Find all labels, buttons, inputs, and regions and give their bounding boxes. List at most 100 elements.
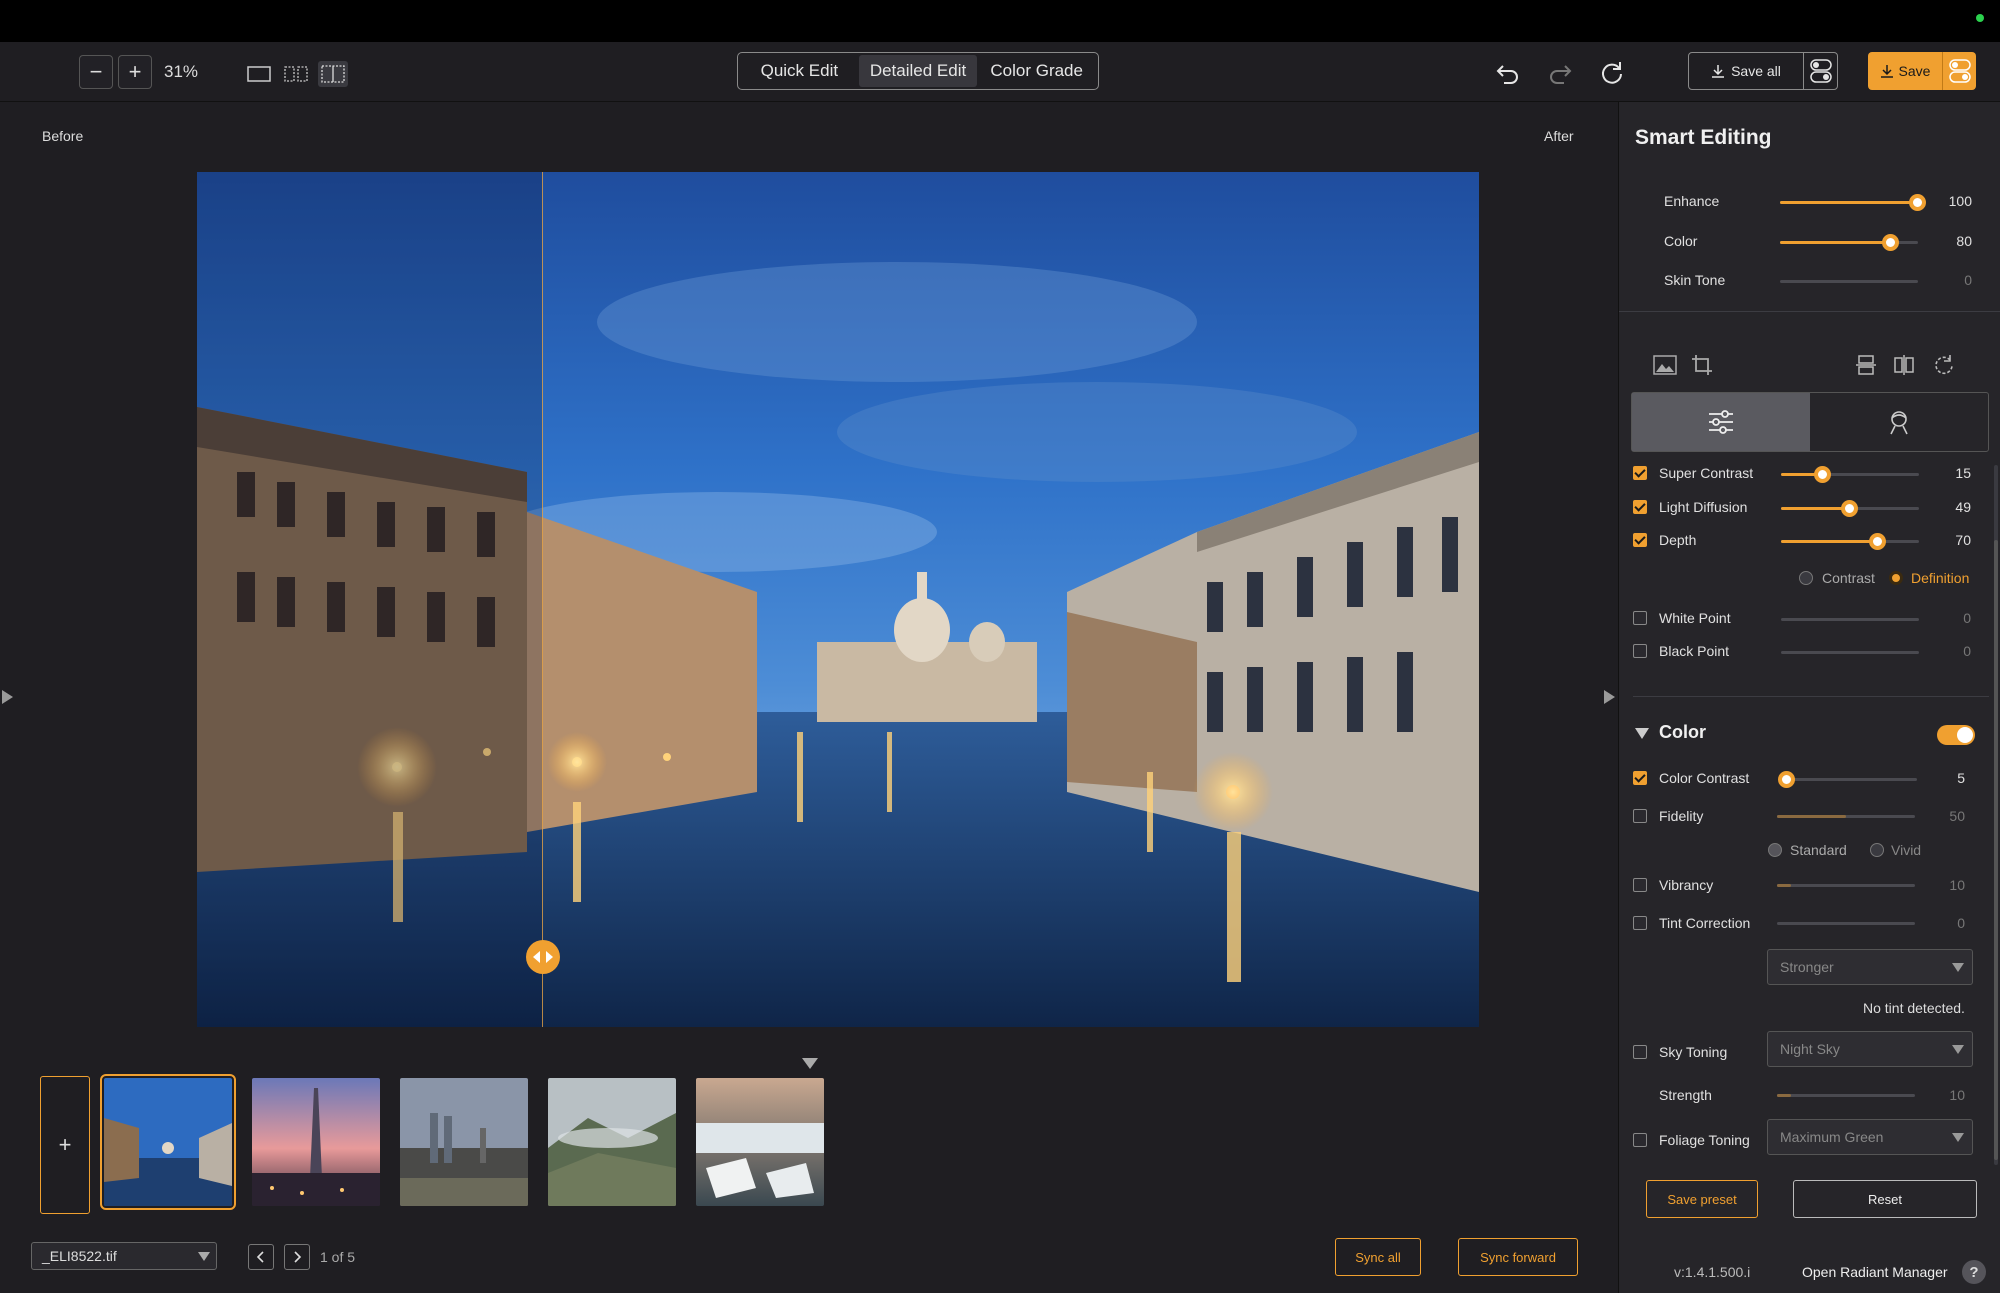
undo-icon[interactable]: [1495, 60, 1521, 86]
thumbnail-5[interactable]: [696, 1078, 824, 1206]
foliage-toning-dropdown[interactable]: Maximum Green: [1767, 1119, 1973, 1155]
add-image-button[interactable]: +: [40, 1076, 90, 1214]
redo-icon[interactable]: [1547, 60, 1573, 86]
thumbnail-2[interactable]: [252, 1078, 380, 1206]
depth-slider-knob[interactable]: [1869, 533, 1886, 550]
flip-horizontal-icon[interactable]: [1891, 352, 1917, 378]
light-diffusion-slider-knob[interactable]: [1841, 500, 1858, 517]
zoom-in-button[interactable]: +: [118, 55, 152, 89]
next-image-button[interactable]: [284, 1244, 310, 1270]
tab-detailed-edit[interactable]: Detailed Edit: [858, 55, 978, 87]
download-icon: [1712, 65, 1725, 78]
file-name: _ELI8522.tif: [42, 1248, 117, 1264]
black-point-label: Black Point: [1659, 643, 1730, 659]
sky-toning-dropdown[interactable]: Night Sky: [1767, 1031, 1973, 1067]
panel-scrollbar-thumb[interactable]: [1994, 540, 1998, 1160]
black-point-slider[interactable]: [1781, 651, 1919, 654]
color-contrast-checkbox[interactable]: [1633, 771, 1647, 785]
sliders-icon: [1709, 410, 1733, 434]
color-contrast-value: 5: [1957, 770, 1965, 786]
reset-rotate-icon[interactable]: [1599, 60, 1625, 86]
side-by-side-view-icon[interactable]: [283, 64, 309, 84]
divider: [1633, 696, 1989, 697]
enhance-slider[interactable]: [1780, 194, 1926, 211]
depth-definition-radio[interactable]: [1889, 571, 1903, 585]
depth-contrast-radio[interactable]: [1799, 571, 1813, 585]
flip-vertical-icon[interactable]: [1853, 352, 1879, 378]
face-icon: [1890, 411, 1908, 435]
single-view-icon[interactable]: [246, 64, 272, 84]
super-contrast-slider-knob[interactable]: [1814, 466, 1831, 483]
tint-strength-dropdown[interactable]: Stronger: [1767, 949, 1973, 985]
image-icon[interactable]: [1652, 352, 1678, 378]
save-options-button[interactable]: [1942, 52, 1976, 90]
split-handle[interactable]: [526, 940, 560, 974]
tint-correction-checkbox[interactable]: [1633, 916, 1647, 930]
reset-button[interactable]: Reset: [1793, 1180, 1977, 1218]
color-slider[interactable]: [1780, 234, 1918, 251]
thumbnail-3[interactable]: [400, 1078, 528, 1206]
depth-checkbox[interactable]: [1633, 533, 1647, 547]
panel-mode-switcher: [1631, 392, 1989, 452]
skin-tone-slider[interactable]: [1780, 280, 1918, 283]
color-section-title: Color: [1659, 722, 1706, 742]
fidelity-slider[interactable]: [1777, 815, 1915, 818]
tab-color-grade[interactable]: Color Grade: [977, 55, 1096, 87]
enhance-slider-knob[interactable]: [1909, 194, 1926, 211]
save-preset-button[interactable]: Save preset: [1646, 1180, 1758, 1218]
strength-slider[interactable]: [1777, 1094, 1915, 1097]
light-diffusion-slider[interactable]: [1781, 500, 1919, 517]
photo-preview[interactable]: [197, 172, 1479, 1027]
fidelity-checkbox[interactable]: [1633, 809, 1647, 823]
zoom-out-button[interactable]: −: [79, 55, 113, 89]
fidelity-label: Fidelity: [1659, 808, 1704, 824]
save-all-button[interactable]: Save all: [1688, 52, 1838, 90]
open-radiant-manager-link[interactable]: Open Radiant Manager: [1802, 1264, 1948, 1280]
file-selector[interactable]: _ELI8522.tif: [31, 1242, 217, 1270]
vibrancy-slider[interactable]: [1777, 884, 1915, 887]
color-section-collapse-icon[interactable]: [1635, 728, 1649, 739]
fidelity-standard-radio[interactable]: [1768, 843, 1782, 857]
filmstrip-collapse-icon[interactable]: [802, 1058, 818, 1069]
light-diffusion-value: 49: [1955, 499, 1971, 515]
right-panel-collapse-icon[interactable]: [1604, 690, 1615, 704]
thumbnail-1[interactable]: [100, 1074, 236, 1210]
white-point-checkbox[interactable]: [1633, 611, 1647, 625]
vibrancy-checkbox[interactable]: [1633, 878, 1647, 892]
save-button[interactable]: Save: [1868, 52, 1976, 90]
tab-portrait[interactable]: [1810, 393, 1988, 451]
white-point-slider[interactable]: [1781, 618, 1919, 621]
color-section-toggle[interactable]: [1937, 725, 1975, 745]
save-all-options-button[interactable]: [1803, 53, 1837, 89]
previous-image-button[interactable]: [248, 1244, 274, 1270]
depth-slider[interactable]: [1781, 533, 1919, 550]
color-slider-knob[interactable]: [1882, 234, 1899, 251]
chevron-down-icon: [1952, 963, 1964, 972]
light-diffusion-checkbox[interactable]: [1633, 500, 1647, 514]
tab-adjustments[interactable]: [1632, 393, 1810, 451]
before-after-divider[interactable]: [542, 172, 543, 1027]
split-view-icon[interactable]: [318, 61, 348, 87]
depth-label: Depth: [1659, 532, 1697, 548]
color-contrast-slider[interactable]: [1778, 771, 1917, 788]
help-icon[interactable]: ?: [1962, 1260, 1986, 1284]
foliage-toning-option: Maximum Green: [1780, 1129, 1884, 1145]
fidelity-vivid-radio[interactable]: [1870, 843, 1884, 857]
foliage-toning-checkbox[interactable]: [1633, 1133, 1647, 1147]
sync-all-button[interactable]: Sync all: [1335, 1238, 1421, 1276]
fidelity-standard-label: Standard: [1790, 842, 1847, 858]
thumbnail-4[interactable]: [548, 1078, 676, 1206]
rotate-icon[interactable]: [1931, 352, 1957, 378]
tint-correction-slider[interactable]: [1777, 922, 1915, 925]
tab-quick-edit[interactable]: Quick Edit: [740, 55, 859, 87]
super-contrast-slider[interactable]: [1781, 466, 1919, 483]
after-label: After: [1544, 128, 1574, 144]
color-value: 80: [1956, 233, 1972, 249]
crop-icon[interactable]: [1689, 352, 1715, 378]
super-contrast-checkbox[interactable]: [1633, 466, 1647, 480]
black-point-checkbox[interactable]: [1633, 644, 1647, 658]
left-panel-expand-icon[interactable]: [2, 690, 13, 704]
sky-toning-checkbox[interactable]: [1633, 1045, 1647, 1059]
sync-forward-button[interactable]: Sync forward: [1458, 1238, 1578, 1276]
color-contrast-slider-knob[interactable]: [1778, 771, 1795, 788]
